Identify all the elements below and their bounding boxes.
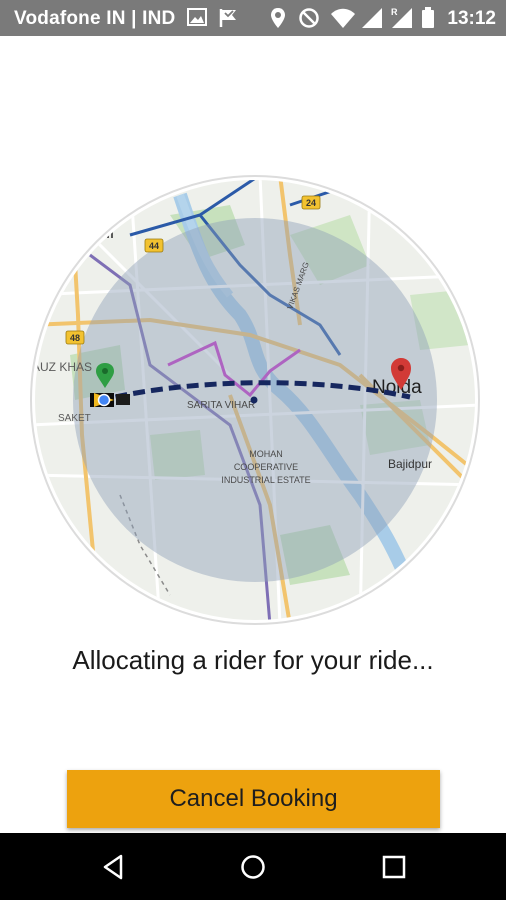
map-label-estate-line3: INDUSTRIAL ESTATE <box>221 475 310 485</box>
map-label-hauz-khas: AUZ KHAS <box>32 360 92 374</box>
allocating-message: Allocating a rider for your ride... <box>72 645 434 675</box>
roaming-label: R <box>391 7 398 17</box>
road-shield-44: 44 <box>144 238 164 253</box>
signal-icon <box>361 7 383 34</box>
wifi-icon <box>330 7 356 34</box>
status-bar: Vodafone IN | IND R 13:12 <box>0 0 506 36</box>
cancel-booking-button[interactable]: Cancel Booking <box>67 770 440 828</box>
map-label-estate-line2: COOPERATIVE <box>234 462 298 472</box>
home-icon[interactable] <box>238 852 268 882</box>
svg-text:44: 44 <box>149 241 159 251</box>
svg-text:48: 48 <box>70 333 80 343</box>
battery-icon <box>421 7 435 34</box>
navigation-bar <box>0 833 506 900</box>
location-icon <box>270 7 286 34</box>
flag-icon <box>218 7 240 34</box>
back-icon[interactable] <box>99 852 129 882</box>
roaming-signal-icon: R <box>389 7 413 34</box>
road-shield-24: 24 <box>301 195 321 210</box>
map-label-bajidpur: Bajidpur <box>388 457 432 471</box>
svg-text:24: 24 <box>306 198 316 208</box>
current-location-dot <box>250 396 258 404</box>
status-clock: 13:12 <box>447 8 496 29</box>
road-shield-48: 48 <box>65 330 85 345</box>
map-label-sarita-vihar: SARITA VIHAR <box>187 400 255 411</box>
carrier-name: Vodafone IN | IND <box>14 8 176 29</box>
route-map: hi AUZ KHAS SAKET SARITA VIHAR MOHAN COO… <box>30 175 480 625</box>
image-icon <box>187 7 207 32</box>
map-label-estate-line1: MOHAN <box>249 449 283 459</box>
user-location-dot <box>97 393 111 407</box>
map-label-saket: SAKET <box>58 413 91 424</box>
do-not-disturb-icon <box>298 7 320 34</box>
recents-icon[interactable] <box>379 852 409 882</box>
